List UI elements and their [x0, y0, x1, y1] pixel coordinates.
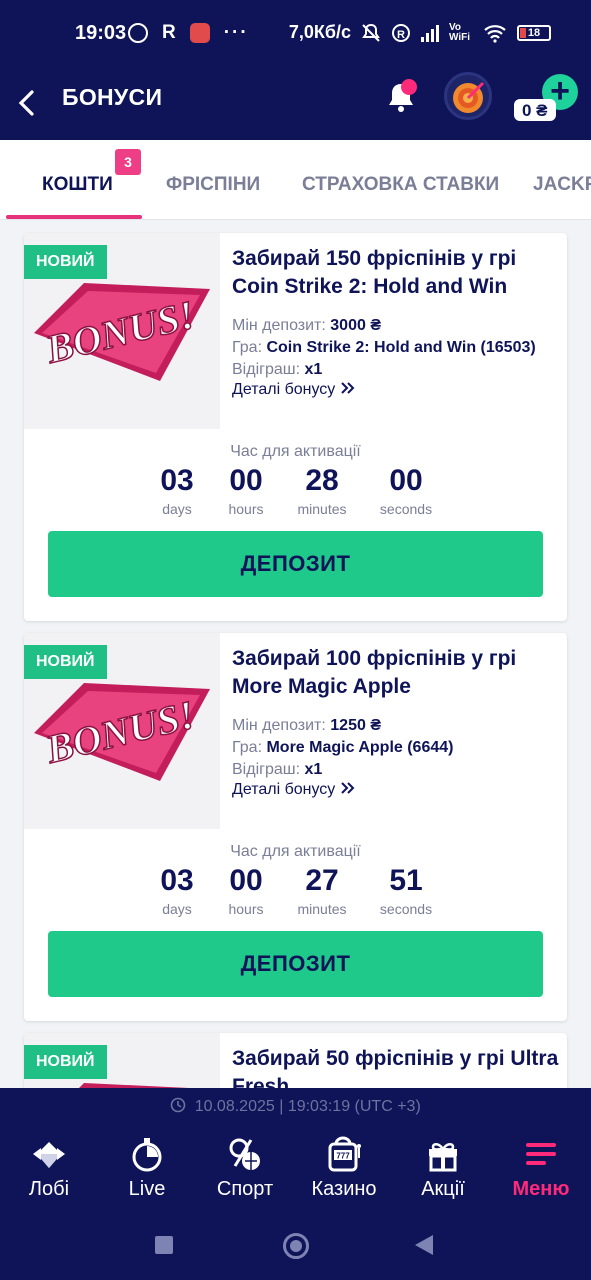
nav-label: Live	[128, 1178, 166, 1200]
bonus-title: Забирай 150 фріспінів у грі Coin Strike …	[232, 247, 517, 298]
timer-seconds: 00 seconds	[379, 464, 433, 518]
notification-dot	[401, 79, 417, 95]
double-chevron-right-icon	[341, 382, 355, 394]
bonus-details-link[interactable]: Деталі бонусу	[232, 781, 356, 799]
details-label: Деталі бонусу	[232, 781, 336, 798]
deposit-button[interactable]: ДЕПОЗИТ	[48, 931, 543, 997]
wifi-icon	[484, 24, 506, 43]
messenger-icon	[128, 23, 148, 43]
tab-bar: КОШТИ ФРІСПІНИ СТРАХОВКА СТАВКИ JACKPOT	[0, 140, 591, 220]
registered-icon: R	[392, 23, 410, 42]
network-speed: 7,0Кб/с	[288, 22, 351, 42]
timer-days: 03 days	[160, 864, 194, 918]
bonus-title: Забирай 100 фріспінів у грі More Magic A…	[232, 647, 517, 698]
nav-live[interactable]: Live	[99, 1134, 195, 1201]
timer-days: 03 days	[160, 464, 194, 518]
back-arrow-icon[interactable]	[14, 88, 38, 118]
bonus-info: Мін депозит: 1250 ₴ Гра: More Magic Appl…	[232, 715, 453, 781]
min-deposit-value: 3000 ₴	[330, 317, 381, 334]
timer-caption: Час для активації	[230, 843, 361, 860]
min-deposit-label: Мін депозит:	[232, 317, 326, 334]
tab-jackpot[interactable]: JACKPOT	[533, 174, 591, 196]
nav-casino[interactable]: 777 Казино	[296, 1134, 392, 1201]
timer-hours: 00 hours	[228, 464, 264, 518]
nav-label: Казино	[311, 1178, 377, 1200]
home-button[interactable]	[283, 1233, 309, 1259]
server-time-bar: 10.08.2025 | 19:03:19 (UTC +3)	[0, 1088, 591, 1126]
new-badge: НОВИЙ	[24, 245, 107, 279]
stopwatch-icon	[132, 1138, 162, 1172]
timer-caption: Час для активації	[230, 443, 361, 460]
tab-bet-insurance[interactable]: СТРАХОВКА СТАВКИ	[302, 174, 499, 196]
tab-funds[interactable]: КОШТИ	[42, 174, 113, 196]
tab-freespins[interactable]: ФРІСПІНИ	[166, 174, 260, 196]
bonus-card: НОВИЙ Забирай 50 фріспінів у грі Ultra F…	[24, 1033, 567, 1093]
new-badge: НОВИЙ	[24, 1045, 107, 1079]
bonus-info: Мін депозит: 3000 ₴ Гра: Coin Strike 2: …	[232, 315, 536, 381]
tab-count-badge: 3	[115, 149, 141, 175]
wager-label: Відіграш:	[232, 361, 301, 378]
bonus-card: BONUS! НОВИЙ Забирай 100 фріспінів у грі…	[24, 633, 567, 1021]
wifi-label: Vo WiFi	[449, 21, 471, 43]
sport-icon	[229, 1138, 260, 1170]
status-right-icons: 7,0Кб/с R Vo WiFi 18	[289, 22, 551, 43]
svg-text:777: 777	[336, 1152, 350, 1161]
app-notification-icon	[189, 23, 210, 43]
slot-machine-icon: 777	[328, 1136, 361, 1172]
timer-minutes: 27 minutes	[297, 864, 347, 918]
lobby-icon	[33, 1142, 65, 1168]
system-back-button[interactable]	[415, 1235, 433, 1255]
bonus-details-link[interactable]: Деталі бонусу	[232, 381, 356, 399]
wager-value: x1	[304, 761, 323, 778]
game-value: Coin Strike 2: Hold and Win (16503)	[266, 339, 536, 356]
game-label: Гра:	[232, 339, 263, 356]
nav-menu[interactable]: Меню	[493, 1134, 589, 1201]
menu-icon	[526, 1143, 556, 1165]
clock-icon	[170, 1097, 186, 1113]
nav-promotions[interactable]: Акції	[395, 1134, 491, 1201]
timer-minutes: 28 minutes	[297, 464, 347, 518]
deposit-button[interactable]: ДЕПОЗИТ	[48, 531, 543, 597]
nav-lobby[interactable]: Лобі	[1, 1134, 97, 1201]
nav-label: Акції	[421, 1178, 465, 1200]
status-left-icons: R ···	[128, 22, 249, 44]
bonus-title: Забирай 50 фріспінів у грі Ultra Fresh	[232, 1047, 559, 1093]
target-icon	[453, 81, 485, 113]
wager-label: Відіграш:	[232, 761, 301, 778]
status-time: 19:03	[75, 22, 127, 44]
avatar[interactable]	[444, 72, 492, 120]
app-header: БОНУСИ + 0 ₴	[0, 70, 591, 140]
new-badge: НОВИЙ	[24, 645, 107, 679]
timer-seconds: 51 seconds	[379, 864, 433, 918]
page-title: БОНУСИ	[62, 84, 163, 110]
double-chevron-right-icon	[341, 782, 355, 794]
balance-badge[interactable]: 0 ₴	[514, 99, 556, 121]
status-bar: 19:03 R ··· 7,0Кб/с R Vo WiFi 18	[0, 0, 591, 70]
nav-label: Спорт	[216, 1178, 274, 1200]
wager-value: x1	[304, 361, 323, 378]
battery-icon: 18	[517, 24, 551, 41]
nav-label: Меню	[512, 1178, 570, 1200]
nav-label: Лобі	[28, 1178, 70, 1200]
more-dots: ···	[223, 22, 249, 43]
gift-icon	[429, 1143, 457, 1172]
timer-hours: 00 hours	[228, 864, 264, 918]
min-deposit-label: Мін депозит:	[232, 717, 326, 734]
game-value: More Magic Apple (6644)	[266, 739, 454, 756]
min-deposit-value: 1250 ₴	[330, 717, 381, 734]
mute-bell-icon	[362, 23, 380, 42]
bonus-card: BONUS! НОВИЙ Забирай 150 фріспінів у грі…	[24, 233, 567, 621]
nav-sport[interactable]: Спорт	[197, 1134, 293, 1201]
game-label: Гра:	[232, 739, 263, 756]
server-time-text: 10.08.2025 | 19:03:19 (UTC +3)	[194, 1098, 421, 1115]
recents-button[interactable]	[155, 1236, 173, 1254]
svg-text:R: R	[397, 29, 405, 41]
r-label: R	[162, 22, 176, 43]
signal-icon	[421, 24, 439, 42]
android-nav-bar	[0, 1214, 591, 1280]
bottom-nav: Лобі Live Спорт 777 Казино Акції Меню	[0, 1126, 591, 1214]
active-tab-indicator	[6, 215, 142, 219]
details-label: Деталі бонусу	[232, 381, 336, 398]
